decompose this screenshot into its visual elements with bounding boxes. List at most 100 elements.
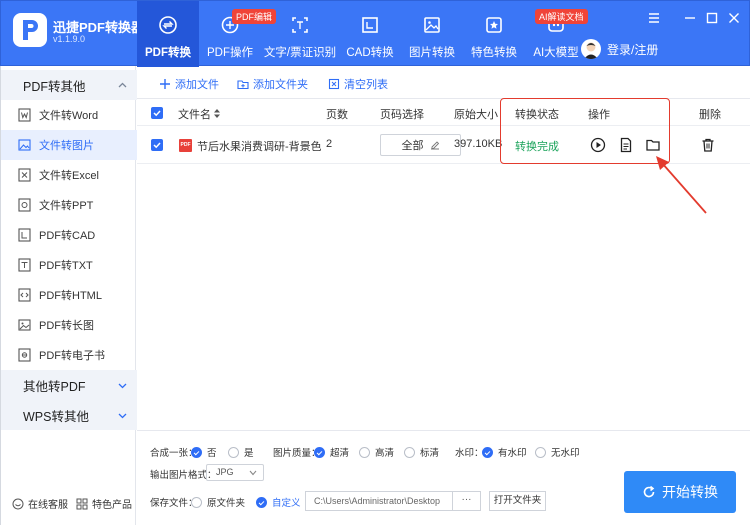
pdf-convert-icon bbox=[159, 16, 177, 34]
sidebar-item-label: 文件转PPT bbox=[39, 200, 94, 212]
nav-label: 文字/票证识别 bbox=[263, 47, 337, 59]
section-wps-to-other[interactable]: WPS转其他 bbox=[1, 400, 137, 430]
sidebar-item-label: PDF转电子书 bbox=[39, 350, 105, 362]
save-original-radio[interactable]: 原文件夹 bbox=[191, 495, 245, 509]
nav-pdf-operation[interactable]: PDF操作 PDF编辑 bbox=[199, 1, 277, 67]
online-service-link[interactable]: 在线客服 bbox=[12, 496, 68, 511]
sidebar-item-txt[interactable]: PDF转TXT bbox=[1, 250, 137, 280]
nav-ai[interactable]: AI大模型 AI解读文档 bbox=[525, 1, 588, 67]
chevron-down-icon bbox=[249, 470, 257, 476]
sidebar-item-word[interactable]: 文件转Word bbox=[1, 100, 137, 130]
nav-cad[interactable]: CAD转换 bbox=[339, 1, 401, 67]
image-icon bbox=[424, 17, 440, 33]
header-delete: 删除 bbox=[699, 109, 721, 121]
section-pdf-to-other[interactable]: PDF转其他 bbox=[1, 70, 137, 100]
main-nav: PDF转换 PDF操作 PDF编辑 文字/票证识别 CAD转换 图片转换 特色转… bbox=[137, 1, 588, 67]
nav-special[interactable]: 特色转换 bbox=[463, 1, 525, 67]
add-file-button[interactable]: 添加文件 bbox=[159, 76, 219, 92]
row-pages: 2 bbox=[326, 138, 333, 150]
user-avatar-icon bbox=[584, 42, 598, 59]
header-page-select: 页码选择 bbox=[380, 109, 424, 121]
nav-pdf-convert[interactable]: PDF转换 bbox=[137, 1, 199, 67]
excel-icon bbox=[18, 168, 31, 182]
clear-list-label: 清空列表 bbox=[344, 79, 388, 91]
browse-button[interactable]: ··· bbox=[453, 491, 481, 511]
chevron-down-icon bbox=[118, 413, 127, 419]
close-icon[interactable] bbox=[727, 11, 741, 25]
chevron-down-icon bbox=[118, 383, 127, 389]
html-icon bbox=[18, 288, 31, 302]
plus-icon bbox=[160, 79, 170, 89]
add-folder-label: 添加文件夹 bbox=[253, 79, 308, 91]
minimize-icon[interactable] bbox=[683, 11, 697, 25]
section-label: WPS转其他 bbox=[23, 409, 89, 424]
row-filename: 节后水果消费调研-背景色.pc bbox=[197, 141, 321, 153]
section-label: 其他转PDF bbox=[23, 379, 86, 394]
format-select[interactable]: JPG bbox=[206, 464, 264, 481]
login-button[interactable]: 登录/注册 bbox=[581, 39, 658, 59]
nav-ocr[interactable]: 文字/票证识别 bbox=[261, 1, 339, 67]
app-version: v1.1.9.0 bbox=[53, 34, 86, 44]
sidebar-item-long-image[interactable]: PDF转长图 bbox=[1, 310, 137, 340]
logo-p-icon bbox=[23, 20, 38, 40]
open-folder-button[interactable]: 打开文件夹 bbox=[489, 491, 546, 511]
watermark-no-radio[interactable]: 无水印 bbox=[535, 445, 580, 459]
refresh-icon bbox=[643, 485, 655, 498]
row-checkbox[interactable] bbox=[151, 139, 163, 151]
add-folder-button[interactable]: 添加文件夹 bbox=[237, 76, 308, 92]
merge-yes-label: 是 bbox=[244, 448, 254, 459]
save-custom-label: 自定义 bbox=[272, 498, 301, 509]
save-original-label: 原文件夹 bbox=[207, 498, 246, 509]
merge-no-radio[interactable]: 否 bbox=[191, 445, 217, 459]
nav-label: PDF操作 bbox=[207, 47, 253, 59]
quality-std-radio[interactable]: 标清 bbox=[404, 445, 439, 459]
app-logo bbox=[13, 13, 47, 47]
sidebar-item-ppt[interactable]: 文件转PPT bbox=[1, 190, 137, 220]
nav-label: 图片转换 bbox=[409, 47, 455, 59]
watermark-no-label: 无水印 bbox=[551, 448, 580, 459]
section-other-to-pdf[interactable]: 其他转PDF bbox=[1, 370, 137, 400]
clear-list-button[interactable]: 清空列表 bbox=[328, 76, 388, 92]
maximize-icon[interactable] bbox=[705, 11, 719, 25]
sidebar-item-picture[interactable]: 文件转图片 bbox=[1, 130, 137, 160]
watermark-yes-radio[interactable]: 有水印 bbox=[482, 445, 527, 459]
select-all-checkbox[interactable] bbox=[151, 107, 163, 119]
title-bar: 迅捷PDF转换器 v1.1.9.0 PDF转换 PDF操作 PDF编辑 文字/票… bbox=[0, 0, 750, 67]
page-select-button[interactable]: 全部 bbox=[380, 134, 461, 156]
quality-high-label: 高清 bbox=[375, 448, 395, 459]
pdf-file-icon: PDF bbox=[179, 139, 192, 152]
featured-products-link[interactable]: 特色产品 bbox=[76, 496, 132, 511]
cad-file-icon bbox=[18, 228, 31, 242]
nav-image[interactable]: 图片转换 bbox=[401, 1, 463, 67]
quality-high-radio[interactable]: 高清 bbox=[359, 445, 394, 459]
quality-super-radio[interactable]: 超清 bbox=[314, 445, 349, 459]
nav-label: PDF转换 bbox=[145, 47, 191, 59]
clear-icon bbox=[328, 78, 340, 90]
chevron-up-icon bbox=[118, 82, 127, 88]
format-value: JPG bbox=[216, 467, 234, 477]
row-size: 397.10KB bbox=[454, 138, 503, 150]
picture-icon bbox=[18, 139, 31, 151]
login-label: 登录/注册 bbox=[607, 42, 659, 57]
menu-icon[interactable] bbox=[647, 11, 661, 25]
merge-yes-radio[interactable]: 是 bbox=[228, 445, 254, 459]
nav-label: 特色转换 bbox=[471, 47, 517, 59]
watermark-label: 水印： bbox=[455, 448, 484, 459]
sidebar-item-ebook[interactable]: PDF转电子书 bbox=[1, 340, 137, 370]
save-path-field[interactable]: C:\Users\Administrator\Desktop bbox=[305, 491, 453, 511]
section-label: PDF转其他 bbox=[23, 79, 86, 94]
header-filename[interactable]: 文件名 bbox=[178, 106, 221, 122]
sidebar-item-excel[interactable]: 文件转Excel bbox=[1, 160, 137, 190]
badge-ai-doc: AI解读文档 bbox=[535, 9, 588, 24]
header-filename-label: 文件名 bbox=[178, 109, 211, 121]
txt-icon bbox=[18, 258, 31, 272]
sidebar-item-cad[interactable]: PDF转CAD bbox=[1, 220, 137, 250]
page-select-label: 全部 bbox=[401, 140, 424, 152]
start-convert-button[interactable]: 开始转换 bbox=[624, 471, 736, 513]
sidebar: PDF转其他 文件转Word 文件转图片 文件转Excel 文件转PPT PDF… bbox=[0, 66, 137, 525]
featured-products-label: 特色产品 bbox=[92, 500, 132, 511]
check-icon bbox=[153, 142, 161, 149]
sidebar-item-html[interactable]: PDF转HTML bbox=[1, 280, 137, 310]
check-icon bbox=[153, 110, 161, 117]
save-custom-radio[interactable]: 自定义 bbox=[256, 495, 301, 509]
